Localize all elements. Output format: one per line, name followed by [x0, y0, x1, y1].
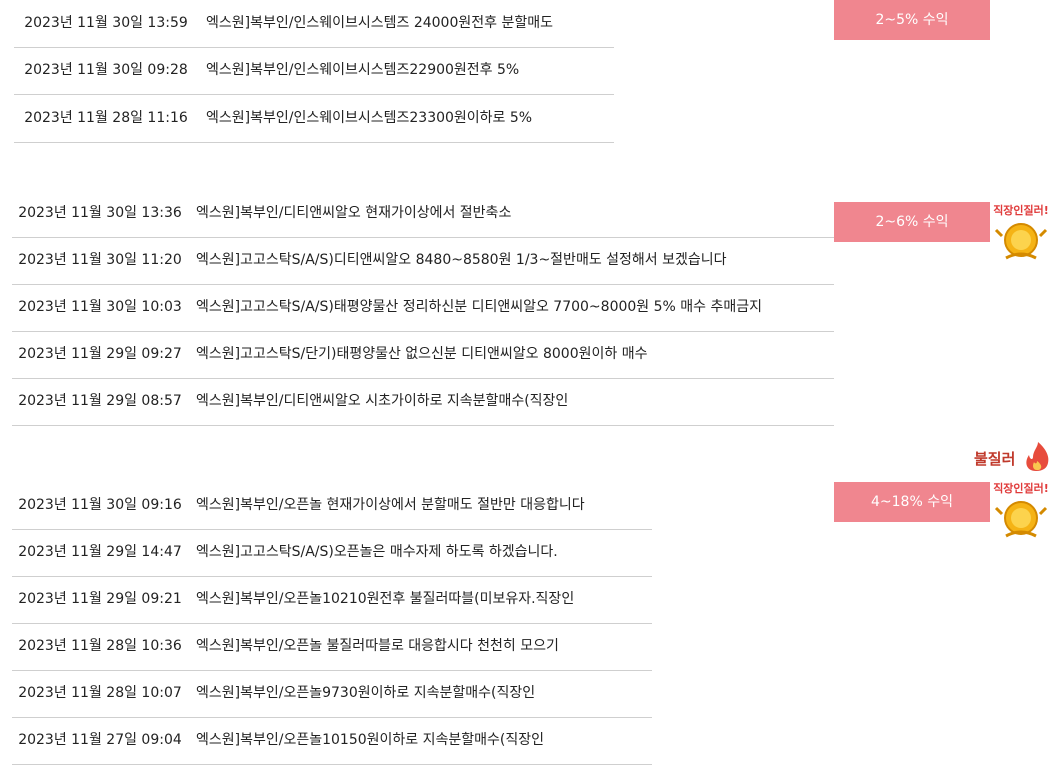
- row-date: 2023년 11월 30일 09:16: [18, 496, 182, 513]
- mascot-caption: 직장인질러!: [993, 481, 1049, 495]
- row-message[interactable]: 엑스원]복부인/오픈놀10150원이하로 지속분할매수(직장인: [188, 717, 652, 764]
- table-row[interactable]: 2023년 11월 30일 13:36 엑스원]복부인/디티앤씨알오 현재가이상…: [12, 190, 834, 237]
- table-row[interactable]: 2023년 11월 30일 09:28 엑스원]복부인/인스웨이브시스템즈229…: [14, 47, 614, 94]
- row-date: 2023년 11월 30일 13:59: [24, 14, 188, 31]
- row-message[interactable]: 엑스원]복부인/오픈놀9730원이하로 지속분할매수(직장인: [188, 670, 652, 717]
- row-message[interactable]: 엑스원]고고스탁S/A/S)오픈놀은 매수자제 하도록 하겠습니다.: [188, 529, 652, 576]
- table-row[interactable]: 2023년 11월 29일 09:21 엑스원]복부인/오픈놀10210원전후 …: [12, 576, 652, 623]
- row-message[interactable]: 엑스원]복부인/오픈놀 현재가이상에서 분할매도 절반만 대응합니다: [188, 482, 652, 529]
- table-row[interactable]: 2023년 11월 30일 10:03 엑스원]고고스탁S/A/S)태평양물산 …: [12, 284, 834, 331]
- row-date: 2023년 11월 28일 11:16: [24, 109, 188, 126]
- table-row[interactable]: 2023년 11월 28일 10:07 엑스원]복부인/오픈놀9730원이하로 …: [12, 670, 652, 717]
- table-row[interactable]: 2023년 11월 28일 11:16 엑스원]복부인/인스웨이브시스템즈233…: [14, 94, 614, 142]
- row-date: 2023년 11월 28일 10:36: [18, 638, 182, 654]
- row-date: 2023년 11월 30일 09:28: [24, 62, 188, 78]
- signal-table-1: 2023년 11월 30일 13:59 엑스원]복부인/인스웨이브시스템즈 24…: [14, 0, 614, 143]
- table-row[interactable]: 2023년 11월 29일 08:57 엑스원]복부인/디티앤씨알오 시초가이하…: [12, 378, 834, 425]
- table-row[interactable]: 2023년 11월 29일 14:47 엑스원]고고스탁S/A/S)오픈놀은 매…: [12, 529, 652, 576]
- row-message[interactable]: 엑스원]복부인/인스웨이브시스템즈23300원이하로 5%: [198, 94, 614, 142]
- profit-badge-1: 2~5% 수익: [834, 0, 990, 40]
- row-date: 2023년 11월 27일 09:04: [18, 732, 182, 748]
- row-date: 2023년 11월 29일 09:27: [18, 346, 182, 362]
- row-message[interactable]: 엑스원]복부인/디티앤씨알오 현재가이상에서 절반축소: [188, 190, 834, 237]
- signal-group-2: 2023년 11월 30일 13:36 엑스원]복부인/디티앤씨알오 현재가이상…: [12, 190, 834, 426]
- fire-icon: 불질러: [974, 442, 1049, 471]
- table-row[interactable]: 2023년 11월 28일 10:36 엑스원]복부인/오픈놀 불질러따블로 대…: [12, 623, 652, 670]
- signal-table-2: 2023년 11월 30일 13:36 엑스원]복부인/디티앤씨알오 현재가이상…: [12, 190, 834, 426]
- row-message[interactable]: 엑스원]복부인/인스웨이브시스템즈 24000원전후 분할매도: [198, 0, 614, 47]
- table-row[interactable]: 2023년 11월 30일 13:59 엑스원]복부인/인스웨이브시스템즈 24…: [14, 0, 614, 47]
- row-date: 2023년 11월 29일 08:57: [18, 393, 182, 409]
- table-row[interactable]: 2023년 11월 29일 09:27 엑스원]고고스탁S/단기)태평양물산 없…: [12, 331, 834, 378]
- mascot-sticker-2: 직장인질러!: [990, 196, 1052, 270]
- row-message[interactable]: 엑스원]복부인/디티앤씨알오 시초가이하로 지속분할매수(직장인: [188, 378, 834, 425]
- row-date: 2023년 11월 29일 14:47: [18, 544, 182, 560]
- hot-sticker: 불질러: [972, 440, 1052, 478]
- row-message[interactable]: 엑스원]복부인/오픈놀 불질러따블로 대응합시다 천천히 모으기: [188, 623, 652, 670]
- row-message[interactable]: 엑스원]복부인/오픈놀10210원전후 불질러따블(미보유자.직장인: [188, 576, 652, 623]
- row-date: 2023년 11월 29일 09:21: [18, 591, 182, 607]
- mascot-sticker-3: 직장인질러!: [990, 474, 1052, 548]
- row-message[interactable]: 엑스원]고고스탁S/A/S)디티앤씨알오 8480~8580원 1/3~절반매도…: [188, 237, 834, 284]
- row-date: 2023년 11월 30일 13:36: [18, 204, 182, 221]
- row-date: 2023년 11월 30일 11:20: [18, 252, 182, 268]
- row-message[interactable]: 엑스원]고고스탁S/A/S)태평양물산 정리하신분 디티앤씨알오 7700~80…: [188, 284, 834, 331]
- signal-group-3: 2023년 11월 30일 09:16 엑스원]복부인/오픈놀 현재가이상에서 …: [12, 482, 652, 765]
- signal-table-3: 2023년 11월 30일 09:16 엑스원]복부인/오픈놀 현재가이상에서 …: [12, 482, 652, 765]
- profit-badge-2: 2~6% 수익: [834, 202, 990, 242]
- table-row[interactable]: 2023년 11월 27일 09:04 엑스원]복부인/오픈놀10150원이하로…: [12, 717, 652, 764]
- row-date: 2023년 11월 30일 10:03: [18, 299, 182, 315]
- row-date: 2023년 11월 28일 10:07: [18, 685, 182, 701]
- table-row[interactable]: 2023년 11월 30일 11:20 엑스원]고고스탁S/A/S)디티앤씨알오…: [12, 237, 834, 284]
- coin-mascot-icon: 직장인질러!: [993, 203, 1049, 260]
- mascot-caption: 직장인질러!: [993, 203, 1049, 217]
- table-row[interactable]: 2023년 11월 30일 09:16 엑스원]복부인/오픈놀 현재가이상에서 …: [12, 482, 652, 529]
- row-message[interactable]: 엑스원]고고스탁S/단기)태평양물산 없으신분 디티앤씨알오 8000원이하 매…: [188, 331, 834, 378]
- signal-group-1: 2023년 11월 30일 13:59 엑스원]복부인/인스웨이브시스템즈 24…: [14, 0, 614, 143]
- hot-caption: 불질러: [974, 450, 1015, 468]
- row-message[interactable]: 엑스원]복부인/인스웨이브시스템즈22900원전후 5%: [198, 47, 614, 94]
- profit-badge-3: 4~18% 수익: [834, 482, 990, 522]
- coin-mascot-icon: 직장인질러!: [993, 481, 1049, 538]
